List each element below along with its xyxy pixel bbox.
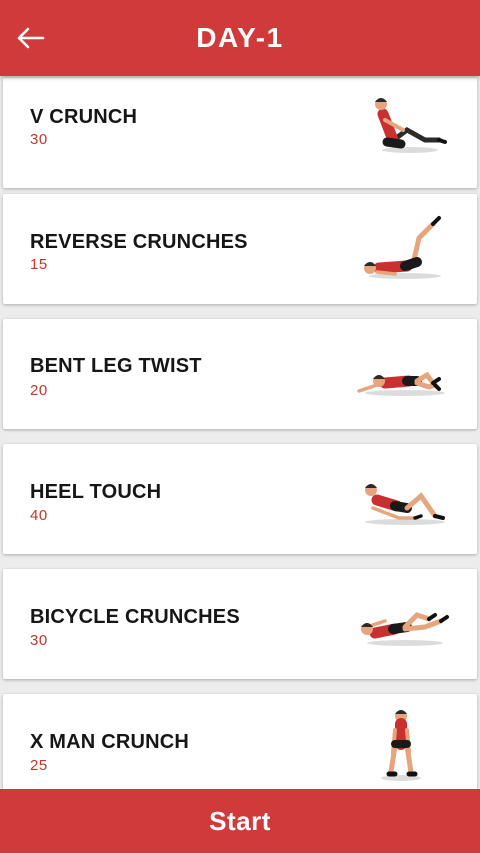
exercise-name: V CRUNCH [30, 106, 138, 128]
exercise-card-x-man-crunch[interactable]: X MAN CRUNCH 25 [3, 694, 477, 789]
exercise-count: 40 [30, 507, 48, 524]
exercise-count: 30 [30, 632, 48, 649]
app-bar: DAY-1 [0, 0, 480, 76]
exercise-count: 30 [30, 131, 48, 148]
heel-touch-figure-icon [365, 484, 445, 525]
bent-leg-twist-figure-icon [357, 371, 445, 396]
bicycle-crunch-figure-icon [361, 612, 449, 646]
exercise-name: X MAN CRUNCH [30, 731, 190, 753]
exercise-name: HEEL TOUCH [30, 481, 162, 503]
exercise-name: BENT LEG TWIST [30, 355, 202, 377]
exercise-card-bent-leg-twist[interactable]: BENT LEG TWIST 20 [3, 319, 477, 429]
exercise-count: 20 [30, 382, 48, 399]
exercise-count: 15 [30, 256, 48, 273]
exercise-card-reverse-crunches[interactable]: REVERSE CRUNCHES 15 [3, 194, 477, 304]
exercise-card-heel-touch[interactable]: HEEL TOUCH 40 [3, 444, 477, 554]
reverse-crunch-figure-icon [364, 216, 441, 279]
exercise-count: 25 [30, 757, 48, 774]
page-title: DAY-1 [196, 22, 284, 53]
v-crunch-figure-icon [375, 98, 447, 153]
exercise-card-bicycle-crunches[interactable]: BICYCLE CRUNCHES 30 [3, 569, 477, 679]
exercise-list[interactable]: V CRUNCH 30 REVERSE CRUNCHES 15 BENT LEG… [0, 76, 480, 789]
exercise-card-v-crunch[interactable]: V CRUNCH 30 [3, 78, 477, 188]
start-button[interactable]: Start [0, 789, 480, 853]
x-man-crunch-figure-icon [381, 710, 421, 781]
exercise-name: BICYCLE CRUNCHES [30, 606, 240, 628]
exercise-name: REVERSE CRUNCHES [30, 231, 248, 253]
